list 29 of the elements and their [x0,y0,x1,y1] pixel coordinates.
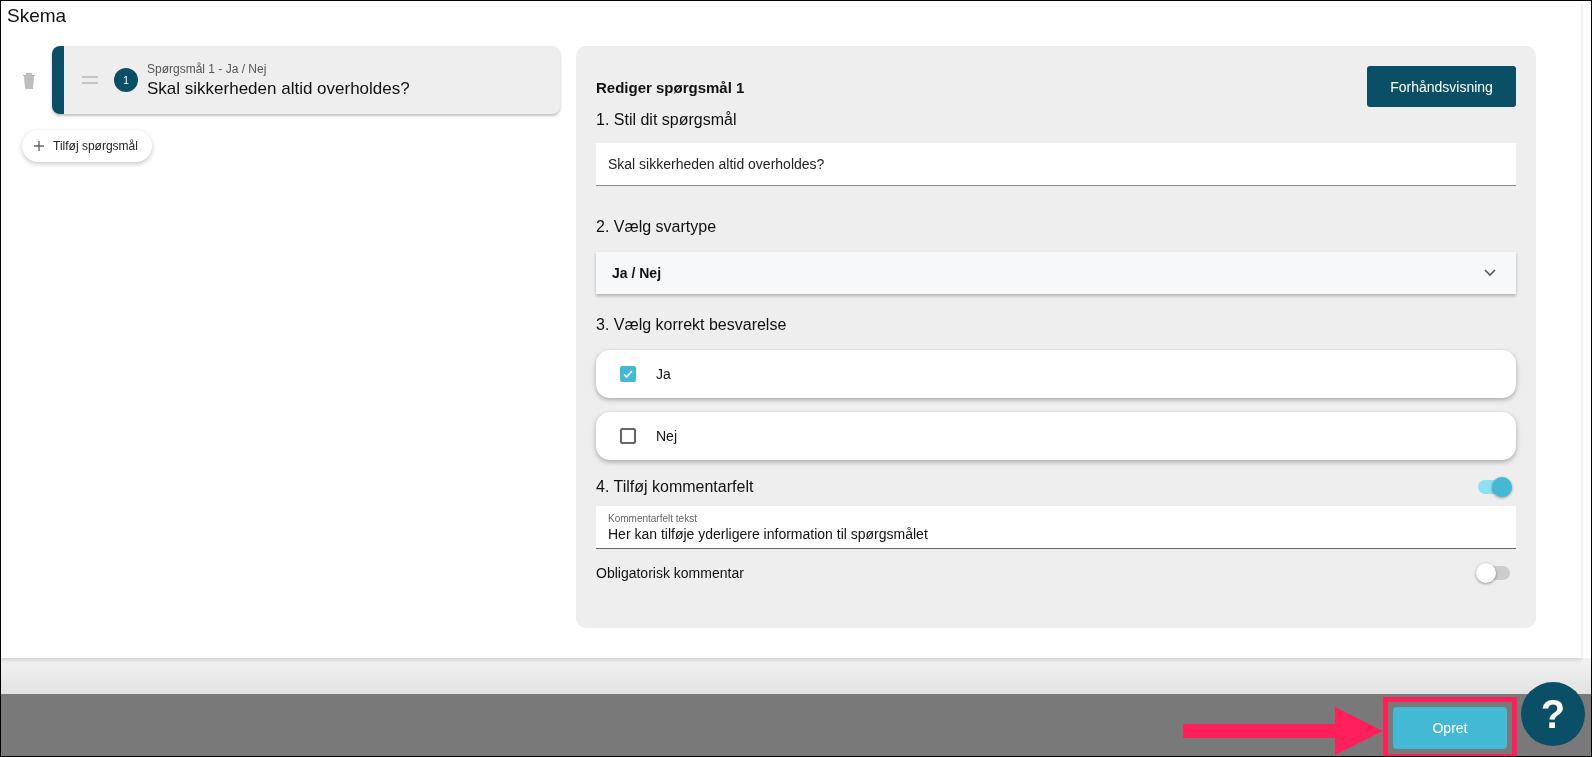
option-label: Nej [656,428,677,444]
question-text: Skal sikkerheden altid overholdes? [147,78,410,99]
answer-option[interactable]: Nej [596,412,1516,460]
plus-icon [34,141,44,151]
answer-option[interactable]: Ja [596,350,1516,398]
checkbox[interactable] [620,366,636,382]
toggle-switch[interactable] [1478,566,1510,580]
checkbox[interactable] [620,428,636,444]
question-card[interactable]: 1 Spørgsmål 1 - Ja / Nej Skal sikkerheden altid overholdes? [52,46,560,114]
mandatory-comment-label: Obligatorisk kommentar [596,565,744,581]
page-title: Skema [6,4,68,28]
option-label: Ja [656,366,671,382]
question-input-field[interactable]: Skal sikkerheden altid overholdes? [596,143,1516,186]
help-button[interactable]: ? [1521,682,1585,746]
trash-icon[interactable] [22,71,36,89]
toggle-switch[interactable] [1478,480,1510,494]
question-number: 1 [114,68,138,92]
add-question-button[interactable]: Tilføj spørgsmål [22,130,152,162]
step-label: 2. Vælg svartype [596,218,718,236]
step-label: 1. Stil dit spørgsmål [596,111,738,129]
preview-button[interactable]: Forhåndsvisning [1367,66,1516,107]
question-subtitle: Spørgsmål 1 - Ja / Nej [147,61,268,76]
chevron-down-icon [1484,269,1496,277]
step-label: 3. Vælg korrekt besvarelse [596,316,788,334]
step-label: 4. Tilføj kommentarfelt [596,478,754,496]
answer-type-dropdown[interactable]: Ja / Nej [596,252,1516,294]
comment-text-field[interactable]: Kommentarfelt tekst Her kan tilføje yderligere information til spørgsmålet [596,506,1516,549]
drag-handle-icon[interactable] [82,76,98,84]
editor-heading: Rediger spørgsmål 1 [596,79,745,96]
